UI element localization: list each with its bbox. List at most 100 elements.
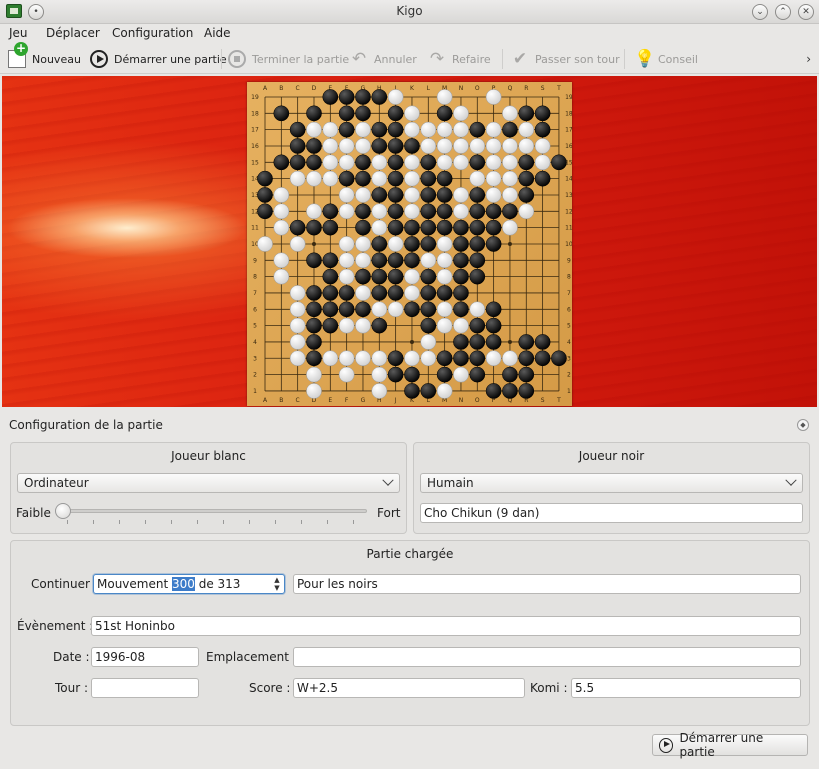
white-stone (502, 105, 518, 122)
white-stone (469, 138, 486, 154)
white-stone (436, 138, 453, 154)
place-label: Emplacement : (206, 650, 297, 664)
white-stone (534, 138, 551, 154)
komi-field[interactable]: 5.5 (571, 678, 801, 698)
white-stone (355, 252, 371, 269)
black-stone (404, 236, 420, 252)
place-field[interactable] (293, 647, 801, 667)
start-game-button[interactable]: Démarrer une partie (90, 48, 227, 70)
black-stone (387, 170, 404, 187)
event-field[interactable]: 51st Honinbo (91, 616, 801, 636)
black-stone (436, 219, 453, 236)
white-stone (273, 252, 290, 269)
move-number-spinbox[interactable]: Mouvement 300 de 313 ▲ ▼ (93, 574, 285, 594)
slider-tick (353, 520, 354, 524)
white-stone (387, 301, 404, 318)
play-icon (659, 737, 674, 753)
finish-game-button[interactable]: Terminer la partie (228, 48, 349, 70)
white-stone (404, 154, 420, 171)
white-stone (371, 203, 388, 220)
white-stone (518, 203, 535, 220)
score-field[interactable]: W+2.5 (293, 678, 525, 698)
black-stone (453, 236, 469, 252)
white-stone (436, 154, 453, 171)
row-label: 8 (253, 274, 257, 281)
white-stone (306, 383, 322, 399)
strength-slider-track[interactable] (59, 509, 367, 513)
star-point (311, 241, 316, 246)
stop-icon (228, 50, 246, 68)
black-stone (469, 236, 486, 252)
redo-button[interactable]: ↷ Refaire (428, 48, 491, 70)
menu-deplacer[interactable]: Déplacer (46, 26, 100, 40)
strength-slider-handle[interactable] (55, 503, 71, 519)
new-game-button[interactable]: Nouveau (8, 42, 81, 70)
white-stone (355, 121, 371, 138)
row-label: 4 (253, 339, 257, 346)
white-stone (453, 203, 469, 220)
go-board[interactable]: A A B B C C D D E E F F G G H H J J K K L L M M N N O O P P Q Q R R S S T T 19… (247, 82, 572, 406)
slider-tick (93, 520, 94, 524)
white-stone (338, 236, 355, 252)
date-field[interactable]: 1996-08 (91, 647, 199, 667)
black-stone (387, 105, 404, 122)
black-stone (469, 203, 486, 220)
row-label: 1 (567, 388, 571, 395)
black-stone (257, 170, 273, 187)
slider-tick (301, 520, 302, 524)
black-player-type-select[interactable]: Humain (420, 473, 803, 493)
go-board-svg[interactable]: AABBCCDDEEFFGGHHJJKKLLMMNNOOPPQQRRSSTT19… (247, 82, 572, 406)
black-stone (355, 89, 371, 105)
black-stone (355, 105, 371, 122)
black-stone (404, 138, 420, 154)
panel-float-icon[interactable]: ◆ (797, 419, 809, 431)
black-stone (322, 219, 339, 236)
start-game-bottom-button[interactable]: Démarrer une partie (652, 731, 808, 759)
spin-arrows-icon[interactable]: ▲ ▼ (272, 576, 282, 592)
play-icon (90, 50, 108, 68)
row-label: 16 (565, 143, 572, 150)
maximize-icon[interactable]: ⌃ (775, 4, 791, 20)
black-stone (404, 219, 420, 236)
board-background: A A B B C C D D E E F F G G H H J J K K L L M M N N O O P P Q Q R R S S T T 19… (2, 76, 817, 410)
black-stone (338, 301, 355, 318)
row-label: 7 (567, 290, 571, 297)
black-stone (322, 252, 339, 269)
black-stone (534, 105, 551, 122)
splitter-handle[interactable] (2, 407, 817, 410)
menu-jeu[interactable]: Jeu (9, 26, 28, 40)
round-field[interactable] (91, 678, 199, 698)
white-stone (338, 366, 355, 383)
black-stone (485, 383, 502, 399)
column-label: L (427, 85, 431, 92)
white-stone (371, 383, 388, 399)
black-stone (453, 285, 469, 301)
menu-aide[interactable]: Aide (204, 26, 231, 40)
column-label: E (328, 397, 332, 404)
new-document-icon (8, 42, 28, 68)
minimize-icon[interactable]: ⌄ (752, 4, 768, 20)
black-stone (257, 203, 273, 220)
black-player-title: Joueur noir (578, 449, 645, 463)
star-point (507, 241, 512, 246)
white-stone (338, 203, 355, 220)
menu-configuration[interactable]: Configuration (112, 26, 193, 40)
white-stone (306, 366, 322, 383)
white-stone (420, 138, 437, 154)
white-player-type-select[interactable]: Ordinateur (17, 473, 400, 493)
white-player-title: Joueur blanc (171, 449, 246, 463)
undo-button[interactable]: ↶ Annuler (350, 48, 417, 70)
black-stone (338, 170, 355, 187)
white-stone (289, 350, 306, 367)
white-stone (371, 170, 388, 187)
toolbar-overflow-icon[interactable]: › (806, 52, 811, 66)
white-stone (289, 285, 306, 301)
white-stone (322, 350, 339, 367)
column-label: N (459, 397, 464, 404)
pass-turn-button[interactable]: ✔ Passer son tour (511, 48, 620, 70)
turn-field[interactable]: Pour les noirs (293, 574, 801, 594)
black-stone (469, 334, 486, 350)
black-player-name-field[interactable]: Cho Chikun (9 dan) (420, 503, 803, 523)
close-icon[interactable]: ✕ (798, 4, 814, 20)
hint-button[interactable]: 💡 Conseil (634, 48, 698, 70)
